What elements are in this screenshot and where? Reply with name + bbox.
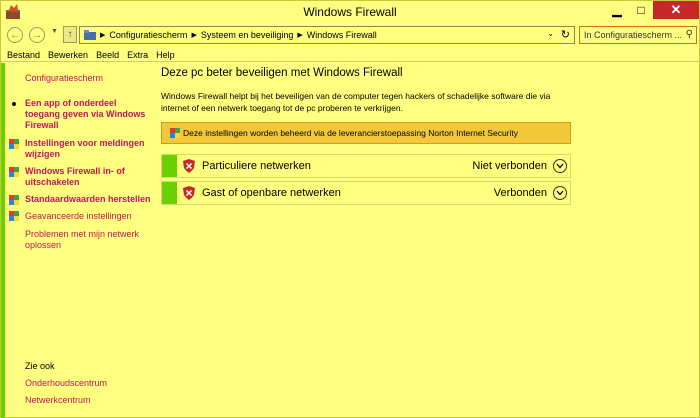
left-nav-pane: Configuratiescherm Een app of onderdeel … (1, 63, 156, 418)
minimize-icon: ▁ (612, 3, 622, 17)
shield-icon (9, 167, 19, 177)
menu-beeld[interactable]: Beeld (96, 50, 119, 60)
menu-extra[interactable]: Extra (127, 50, 148, 60)
address-toolbar: ← → ▼ ↑ ▶ Configuratiescherm ▶ Systeem e… (1, 23, 699, 47)
window-title: Windows Firewall (303, 5, 397, 19)
sidebar-link-troubleshoot[interactable]: Problemen met mijn netwerk oplossen (25, 229, 145, 251)
shield-icon (9, 139, 19, 149)
banner-text: Deze instellingen worden beheerd via de … (183, 128, 518, 138)
up-button[interactable]: ↑ (63, 26, 77, 43)
breadcrumb-control-panel[interactable]: Configuratiescherm (109, 30, 187, 40)
status-indicator-bar (162, 155, 177, 177)
chevron-down-icon (556, 163, 564, 169)
control-panel-icon (84, 30, 96, 40)
search-input[interactable]: In Configuratiescherm ... ⚲ (579, 26, 697, 44)
status-indicator-bar (162, 182, 177, 204)
sidebar-home-link[interactable]: Configuratiescherm (25, 73, 103, 84)
back-button[interactable]: ← (7, 27, 23, 43)
sidebar-link-allow-app[interactable]: Een app of onderdeel toegang geven via W… (25, 98, 150, 131)
network-name: Particuliere netwerken (202, 160, 311, 172)
back-arrow-icon: ← (10, 29, 20, 41)
see-also-network-center[interactable]: Netwerkcentrum (25, 395, 91, 406)
current-item-bullet-icon (12, 102, 16, 106)
close-icon: ✕ (670, 2, 682, 17)
page-description: Windows Firewall helpt bij het beveilige… (161, 91, 551, 113)
title-bar[interactable]: Windows Firewall ▁ □ ✕ (1, 1, 699, 23)
shield-x-icon (183, 159, 195, 173)
breadcrumb-separator-icon[interactable]: ▶ (191, 31, 196, 39)
menu-help[interactable]: Help (156, 50, 175, 60)
page-title: Deze pc beter beveiligen met Windows Fir… (161, 67, 403, 79)
window-controls: ▁ □ ✕ (605, 1, 699, 19)
uac-shield-icon (170, 128, 180, 138)
menu-bestand[interactable]: Bestand (7, 50, 40, 60)
sidebar-link-restore-defaults[interactable]: Standaardwaarden herstellen (25, 194, 151, 205)
forward-button[interactable]: → (29, 27, 45, 43)
up-arrow-icon: ↑ (67, 29, 73, 40)
main-content: Deze pc beter beveiligen met Windows Fir… (161, 63, 700, 418)
see-also-maintenance-center[interactable]: Onderhoudscentrum (25, 378, 107, 389)
network-row-private[interactable]: Particuliere netwerken Niet verbonden (161, 154, 571, 178)
menu-bar: Bestand Bewerken Beeld Extra Help (1, 48, 699, 62)
firewall-app-icon[interactable] (5, 4, 21, 20)
expand-button[interactable] (553, 159, 567, 173)
refresh-icon[interactable]: ↻ (561, 28, 570, 41)
minimize-button[interactable]: ▁ (605, 1, 629, 19)
expand-button[interactable] (553, 186, 567, 200)
shield-icon (9, 195, 19, 205)
address-field[interactable]: ▶ Configuratiescherm ▶ Systeem en beveil… (79, 26, 575, 44)
address-dropdown-icon[interactable]: ⌄ (547, 29, 554, 38)
breadcrumb-separator-icon[interactable]: ▶ (100, 31, 105, 39)
breadcrumb-windows-firewall[interactable]: Windows Firewall (307, 30, 377, 40)
search-icon[interactable]: ⚲ (686, 29, 693, 40)
network-status: Verbonden (493, 187, 547, 199)
sidebar-link-toggle-firewall[interactable]: Windows Firewall in- of uitschakelen (25, 166, 135, 188)
managed-by-banner: Deze instellingen worden beheerd via de … (161, 122, 571, 144)
shield-icon (9, 211, 19, 221)
sidebar-link-advanced[interactable]: Geavanceerde instellingen (25, 211, 132, 222)
search-placeholder: In Configuratiescherm ... (584, 30, 683, 40)
recent-pages-dropdown-icon[interactable]: ▼ (51, 28, 58, 35)
see-also-label: Zie ook (25, 361, 55, 371)
forward-arrow-icon: → (32, 29, 42, 41)
network-row-public[interactable]: Gast of openbare netwerken Verbonden (161, 181, 571, 205)
menu-bewerken[interactable]: Bewerken (48, 50, 88, 60)
breadcrumb-separator-icon[interactable]: ▶ (297, 31, 302, 39)
network-status: Niet verbonden (472, 160, 547, 172)
network-name: Gast of openbare netwerken (202, 187, 341, 199)
shield-x-icon (183, 186, 195, 200)
firewall-window: Windows Firewall ▁ □ ✕ ← → ▼ ↑ ▶ Configu… (0, 0, 700, 418)
maximize-button[interactable]: □ (629, 1, 653, 19)
maximize-icon: □ (637, 3, 645, 17)
sidebar-link-notifications[interactable]: Instellingen voor meldingen wijzigen (25, 138, 145, 160)
close-button[interactable]: ✕ (653, 1, 699, 19)
breadcrumb-system-security[interactable]: Systeem en beveiliging (201, 30, 294, 40)
chevron-down-icon (556, 190, 564, 196)
